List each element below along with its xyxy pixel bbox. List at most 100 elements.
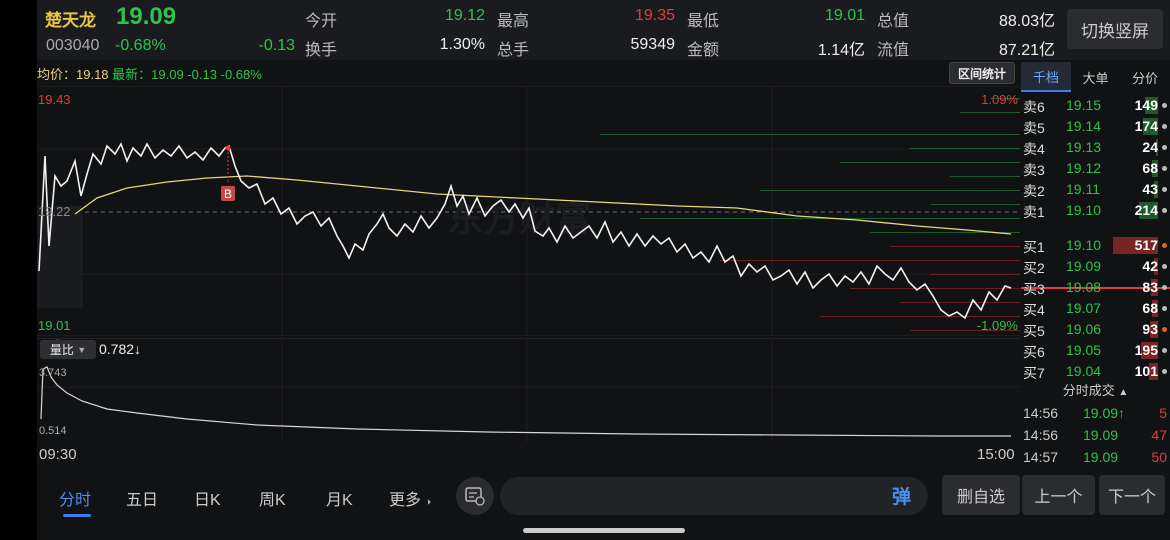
amount-label: 金额 (687, 42, 720, 59)
depth-bar (950, 176, 1020, 177)
tab-price-distribution[interactable]: 分价 (1120, 62, 1170, 92)
tab-more[interactable]: 更多 (389, 486, 421, 510)
danmaku-toggle-icon[interactable]: 弹 (892, 482, 911, 509)
ask-row[interactable]: 卖5 19.14 174 (1021, 116, 1170, 137)
current-price: 19.09 (116, 3, 177, 30)
level-dot-icon (1162, 124, 1167, 129)
triangle-up-icon: ▲ (1118, 387, 1129, 398)
bid-row[interactable]: 买6 19.05 195 (1021, 340, 1170, 361)
bid-row[interactable]: 买3 19.08 83 (1021, 277, 1170, 298)
amount-value: 1.14亿 (817, 42, 865, 59)
switch-portrait-button[interactable]: 切换竖屏 (1067, 9, 1163, 49)
ask-row[interactable]: 卖2 19.11 43 (1021, 179, 1170, 200)
level-dot-icon (1162, 166, 1167, 171)
time-axis-start: 09:30 (39, 446, 77, 463)
ask-row[interactable]: 卖1 19.10 214 (1021, 200, 1170, 221)
ask-row[interactable]: 卖4 19.13 24 (1021, 137, 1170, 158)
level-dot-icon (1162, 306, 1167, 311)
depth-bar (840, 162, 1020, 163)
price-info-line: 均价：19.18 最新：19.09 -0.13 -0.68% (37, 64, 262, 83)
level-volume: 93 (1142, 321, 1158, 337)
y-axis-high: 19.43 (38, 92, 71, 107)
high-value: 19.35 (634, 7, 675, 24)
depth-bar (720, 260, 1020, 261)
total-cap-value: 88.03亿 (998, 13, 1055, 30)
trade-time: 14:56 (1023, 405, 1059, 421)
comment-input[interactable] (500, 477, 928, 515)
trade-volume: 5 (1159, 405, 1167, 421)
level-dot-icon (1162, 103, 1167, 108)
previous-stock-button[interactable]: 上一个 (1022, 475, 1095, 515)
depth-bar (910, 148, 1020, 149)
low-value: 19.01 (824, 7, 865, 24)
level-price: 19.08 (1066, 279, 1102, 295)
level-volume: 101 (1134, 363, 1158, 379)
low-label: 最低 (687, 13, 720, 30)
depth-bar (600, 134, 1020, 135)
y-axis-low: 19.01 (38, 318, 71, 333)
bottom-toolbar: 分时 五日 日K 周K 月K 更多 弹 删自选 上一个 下一个 (37, 466, 1170, 526)
bid-row[interactable]: 买1 19.10 517 (1021, 235, 1170, 256)
high-label: 最高 (497, 13, 530, 30)
level-label: 卖4 (1023, 141, 1045, 157)
float-cap-label: 流值 (877, 42, 910, 59)
next-stock-button[interactable]: 下一个 (1099, 475, 1165, 515)
ask-row[interactable]: 卖3 19.12 68 (1021, 158, 1170, 179)
active-tab-indicator (63, 514, 91, 517)
buy-marker-dot (225, 145, 231, 151)
latest-price: 最新：19.09 (112, 67, 184, 82)
home-indicator[interactable] (523, 528, 685, 533)
trade-price: 19.09 (1083, 449, 1119, 465)
comment-button[interactable] (456, 477, 494, 515)
tab-weekly-k[interactable]: 周K (259, 486, 286, 510)
level-dot-icon (1162, 145, 1167, 150)
level-price: 19.05 (1066, 342, 1102, 358)
tab-monthly-k[interactable]: 月K (326, 486, 353, 510)
trade-price: 19.09 (1083, 427, 1119, 443)
volume-ratio-dropdown[interactable]: 量比 ▼ (40, 340, 96, 359)
level-label: 买5 (1023, 323, 1045, 339)
triangle-down-icon: ▼ (77, 344, 87, 355)
change-amount: -0.13 (258, 37, 295, 54)
total-cap-label: 总值 (877, 13, 910, 30)
depth-bar (890, 246, 1020, 247)
level-dot-icon (1162, 264, 1167, 269)
pct-axis-low: -1.09% (976, 318, 1018, 333)
volume-ratio-value: 0.782↓ (99, 341, 142, 357)
bid-row[interactable]: 买2 19.09 42 (1021, 256, 1170, 277)
level-volume: 43 (1142, 181, 1158, 197)
buy-marker-text: B (224, 187, 232, 201)
order-book-tabs: 千档 大单 分价 (1021, 62, 1170, 92)
level-volume: 24 (1142, 139, 1158, 155)
tab-daily-k[interactable]: 日K (194, 486, 221, 510)
depth-bar (900, 302, 1020, 303)
tab-intraday[interactable]: 分时 (59, 486, 91, 510)
tab-thousand-levels[interactable]: 千档 (1021, 62, 1071, 92)
level-volume: 517 (1134, 237, 1158, 253)
level-price: 19.04 (1066, 363, 1102, 379)
tab-large-orders[interactable]: 大单 (1071, 62, 1121, 92)
volume-ratio-badge-label: 量比 (49, 343, 74, 357)
bid-row[interactable]: 买4 19.07 68 (1021, 298, 1170, 319)
trade-ticker-title[interactable]: 分时成交 ▲ (1021, 380, 1170, 399)
depth-bar (760, 190, 1020, 191)
level-dot-icon (1162, 208, 1167, 213)
level-volume: 83 (1142, 279, 1158, 295)
stock-detail-screen: 楚天龙 19.09 003040 -0.68% -0.13 今开 19.12 最… (37, 0, 1170, 540)
intraday-chart[interactable]: 东方财富 B 19.43 19.22 19.01 1.09% -1.09% (37, 85, 1020, 353)
range-stats-button[interactable]: 区间统计 (949, 62, 1015, 84)
trade-ticker-label: 分时成交 (1062, 383, 1115, 398)
avg-price: 均价：19.18 (37, 67, 109, 82)
latest-change: -0.13 (187, 67, 217, 82)
stock-name: 楚天龙 (45, 11, 96, 30)
level-price: 19.15 (1066, 97, 1102, 113)
bid-row[interactable]: 买7 19.04 101 (1021, 361, 1170, 382)
remove-watchlist-button[interactable]: 删自选 (942, 475, 1020, 515)
volume-ratio-chart[interactable]: 3.743 0.514 (37, 338, 1020, 442)
tab-five-day[interactable]: 五日 (126, 486, 158, 510)
intraday-chart-svg: 东方财富 B (37, 85, 1020, 337)
level-price: 19.10 (1066, 202, 1102, 218)
depth-bar (930, 204, 1020, 205)
bid-row[interactable]: 买5 19.06 93 (1021, 319, 1170, 340)
ask-row[interactable]: 卖6 19.15 149 (1021, 95, 1170, 116)
